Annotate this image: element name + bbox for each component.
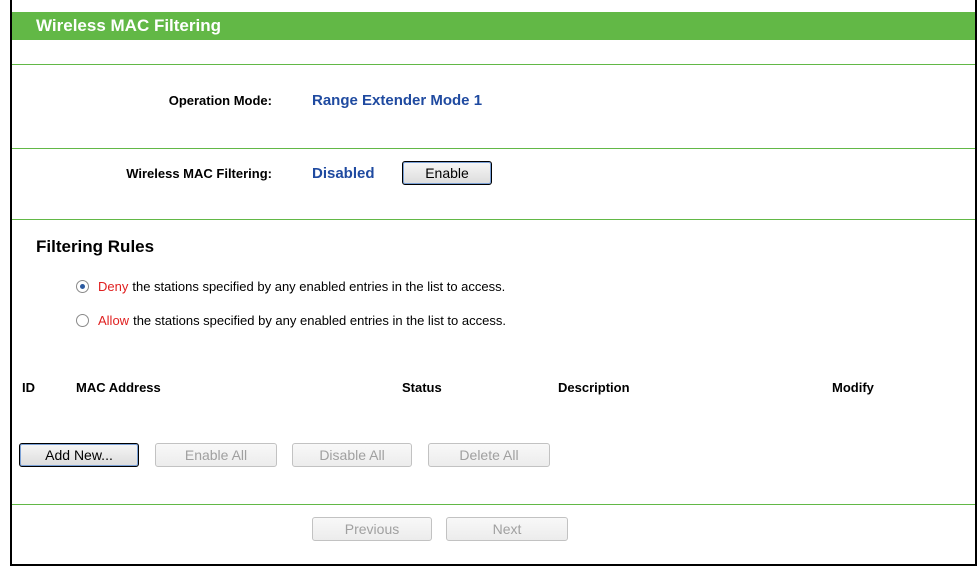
- mac-filtering-status: Disabled: [312, 165, 375, 182]
- operation-mode-label: Operation Mode:: [168, 93, 272, 108]
- operation-mode-value: Range Extender Mode 1: [312, 92, 483, 109]
- separator-line: [12, 148, 975, 149]
- deny-text: the stations specified by any enabled en…: [132, 279, 506, 294]
- allow-keyword: Allow: [98, 313, 130, 328]
- enable-filtering-button[interactable]: Enable: [402, 161, 492, 185]
- previous-page-button[interactable]: Previous: [312, 517, 432, 541]
- column-header-status: Status: [402, 380, 442, 395]
- mac-filtering-panel: Wireless MAC Filtering Operation Mode: R…: [10, 0, 977, 566]
- column-header-mac-address: MAC Address: [76, 380, 161, 395]
- mac-filtering-label: Wireless MAC Filtering:: [126, 166, 272, 181]
- disable-all-button[interactable]: Disable All: [292, 443, 412, 467]
- allow-radio[interactable]: [76, 314, 89, 327]
- column-header-description: Description: [558, 380, 630, 395]
- separator-line: [12, 64, 975, 65]
- deny-radio[interactable]: [76, 280, 89, 293]
- page-title: Wireless MAC Filtering: [12, 12, 975, 40]
- add-new-button[interactable]: Add New...: [19, 443, 139, 467]
- next-page-button[interactable]: Next: [446, 517, 568, 541]
- allow-text: the stations specified by any enabled en…: [133, 313, 506, 328]
- column-header-id: ID: [22, 380, 35, 395]
- separator-line: [12, 219, 975, 220]
- separator-line: [12, 504, 975, 505]
- filtering-rules-title: Filtering Rules: [36, 237, 155, 256]
- rule-option-allow[interactable]: Allow the stations specified by any enab…: [76, 313, 506, 328]
- delete-all-button[interactable]: Delete All: [428, 443, 550, 467]
- rule-option-deny[interactable]: Deny the stations specified by any enabl…: [76, 279, 505, 294]
- column-header-modify: Modify: [832, 380, 874, 395]
- enable-all-button[interactable]: Enable All: [155, 443, 277, 467]
- deny-keyword: Deny: [98, 279, 129, 294]
